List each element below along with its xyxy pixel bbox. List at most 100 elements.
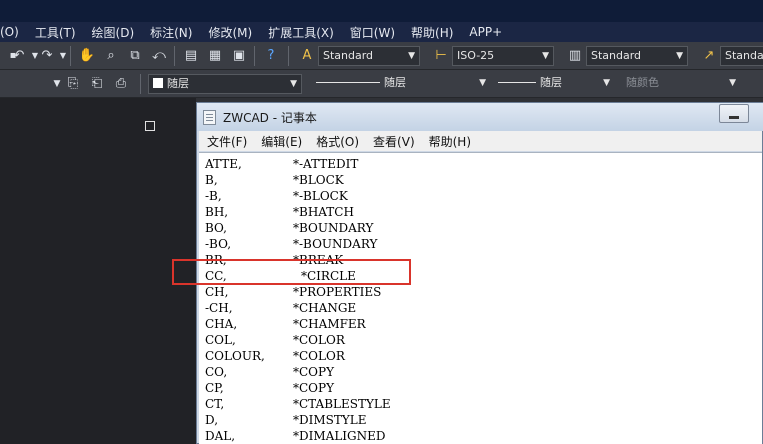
menu-item-help[interactable]: 帮助(H) <box>403 24 461 41</box>
toolbar-separator <box>70 46 71 66</box>
notepad-menu-file[interactable]: 文件(F) <box>199 133 253 150</box>
notepad-menu-help[interactable]: 帮助(H) <box>421 133 477 150</box>
command-alias: D, <box>205 413 219 427</box>
table-style-select[interactable]: Standard ▼ <box>586 46 688 66</box>
zoom-window-icon[interactable]: ⧉ <box>126 47 144 65</box>
command-name: *BLOCK <box>293 173 344 187</box>
pan-hand-icon[interactable]: ✋ <box>78 47 96 65</box>
menu-item-tools[interactable]: 工具(T) <box>27 24 84 41</box>
dim-style-value: ISO-25 <box>457 49 495 62</box>
standard-toolbar: ▪ ↶ ▼ ↷ ▼ ✋ ⌕ ⧉ ⤺ ▤ ▦ ▣ ? A Standard ▼ ⊢… <box>0 42 763 70</box>
menu-item-modify[interactable]: 修改(M) <box>200 24 260 41</box>
notepad-menu-edit[interactable]: 编辑(E) <box>253 133 308 150</box>
lineweight-control-select[interactable]: 随层 ▼ <box>494 74 614 94</box>
command-name: *CHAMFER <box>293 317 366 331</box>
text-style-value: Standard <box>323 49 374 62</box>
command-alias: COL, <box>205 333 236 347</box>
chevron-down-icon: ▼ <box>542 51 549 61</box>
menu-item-dimension[interactable]: 标注(N) <box>142 24 200 41</box>
notepad-menu-format[interactable]: 格式(O) <box>308 133 365 150</box>
minimize-button[interactable] <box>719 104 749 123</box>
chevron-down-icon: ▼ <box>676 51 683 61</box>
command-alias: -CH, <box>205 301 233 315</box>
menu-item-format[interactable]: (O) <box>0 25 27 39</box>
lineweight-line-icon <box>498 82 536 83</box>
command-alias: -BO, <box>205 237 232 251</box>
command-alias: BH, <box>205 205 229 219</box>
command-alias: CHA, <box>205 317 238 331</box>
command-alias: BO, <box>205 221 227 235</box>
menu-item-window[interactable]: 窗口(W) <box>342 24 403 41</box>
command-name: *BOUNDARY <box>293 221 374 235</box>
command-name: *COLOR <box>293 349 345 363</box>
mleader-style-icon[interactable]: ↗ <box>700 47 718 65</box>
toolbar-separator <box>140 74 141 94</box>
command-name: *CHANGE <box>293 301 357 315</box>
chevron-down-icon: ▼ <box>408 51 415 61</box>
drawing-area[interactable] <box>0 98 196 444</box>
command-name: *COPY <box>293 381 335 395</box>
command-name: *BHATCH <box>293 205 354 219</box>
linetype-control-select[interactable]: 随层 ▼ <box>312 74 490 94</box>
toolbar-separator <box>174 46 175 66</box>
command-alias: -B, <box>205 189 222 203</box>
layers-properties-toolbar: ▼ ⎘ ⎗ ⎙ 随层 ▼ 随层 ▼ 随层 ▼ 随颜色 ▼ <box>0 70 763 98</box>
linetype-line-icon <box>316 82 380 83</box>
properties-palette-icon[interactable]: ▣ <box>230 47 248 65</box>
command-name: *-ATTEDIT <box>293 157 359 171</box>
notepad-text-area[interactable]: ATTE, *-ATTEDIT B, *BLOCK -B, *-BLOCK BH, *BHAT… <box>199 152 762 444</box>
command-name: *-BOUNDARY <box>293 237 378 251</box>
highlight-box <box>172 259 411 285</box>
ucs-marker-box <box>145 121 155 131</box>
dim-style-select[interactable]: ISO-25 ▼ <box>452 46 554 66</box>
command-name: *DIMSTYLE <box>293 413 367 427</box>
layer-states-icon[interactable]: ⎙ <box>112 75 130 93</box>
layer-previous-icon[interactable]: ⎗ <box>88 75 106 93</box>
color-control-select[interactable]: 随层 ▼ <box>148 74 302 94</box>
plot-style-control-value: 随颜色 <box>626 76 659 89</box>
text-style-icon[interactable]: A <box>298 47 316 65</box>
command-alias: ATTE, <box>205 157 242 171</box>
linetype-control-value: 随层 <box>384 76 406 89</box>
command-alias: B, <box>205 173 218 187</box>
toolbar-separator <box>254 46 255 66</box>
calculator-icon[interactable]: ▤ <box>182 47 200 65</box>
make-object-layer-current-icon[interactable]: ⎘ <box>64 75 82 93</box>
color-swatch <box>153 78 163 88</box>
chevron-down-icon: ▼ <box>479 78 486 88</box>
command-name: *PROPERTIES <box>293 285 382 299</box>
chevron-down-icon: ▼ <box>603 78 610 88</box>
table-style-value: Standard <box>591 49 642 62</box>
menu-item-draw[interactable]: 绘图(D) <box>84 24 143 41</box>
cad-title-strip <box>0 0 763 22</box>
plot-style-control-select[interactable]: 随颜色 ▼ <box>622 74 740 94</box>
chevron-down-icon: ▼ <box>290 79 297 89</box>
help-icon[interactable]: ? <box>262 47 280 65</box>
dim-style-icon[interactable]: ⊢ <box>432 47 450 65</box>
command-name: *-BLOCK <box>293 189 348 203</box>
command-name: *COPY <box>293 365 335 379</box>
command-alias: CO, <box>205 365 228 379</box>
command-name: *COLOR <box>293 333 345 347</box>
cad-menu-bar: (O) 工具(T) 绘图(D) 标注(N) 修改(M) 扩展工具(X) 窗口(W… <box>0 22 763 42</box>
command-name: *CTABLESTYLE <box>293 397 391 411</box>
command-alias: CH, <box>205 285 229 299</box>
notepad-icon <box>203 110 216 125</box>
notepad-title-bar[interactable]: ZWCAD - 记事本 <box>197 103 763 131</box>
notepad-title: ZWCAD - 记事本 <box>223 111 317 125</box>
notepad-menu-view[interactable]: 查看(V) <box>365 133 421 150</box>
table-style-icon[interactable]: ▥ <box>566 47 584 65</box>
color-control-value: 随层 <box>167 77 189 90</box>
text-style-select[interactable]: Standard ▼ <box>318 46 420 66</box>
zoom-realtime-icon[interactable]: ⌕ <box>102 47 120 65</box>
command-alias: CT, <box>205 397 225 411</box>
design-center-icon[interactable]: ▦ <box>206 47 224 65</box>
menu-item-express-tools[interactable]: 扩展工具(X) <box>260 24 342 41</box>
zoom-previous-icon[interactable]: ⤺ <box>150 47 168 65</box>
command-alias: CP, <box>205 381 224 395</box>
toolbar-separator <box>288 46 289 66</box>
mleader-style-select[interactable]: Standar <box>720 46 763 66</box>
command-alias: DAL, <box>205 429 236 443</box>
notepad-menu-bar: 文件(F) 编辑(E) 格式(O) 查看(V) 帮助(H) <box>199 131 762 151</box>
menu-item-app-plus[interactable]: APP+ <box>461 25 510 39</box>
